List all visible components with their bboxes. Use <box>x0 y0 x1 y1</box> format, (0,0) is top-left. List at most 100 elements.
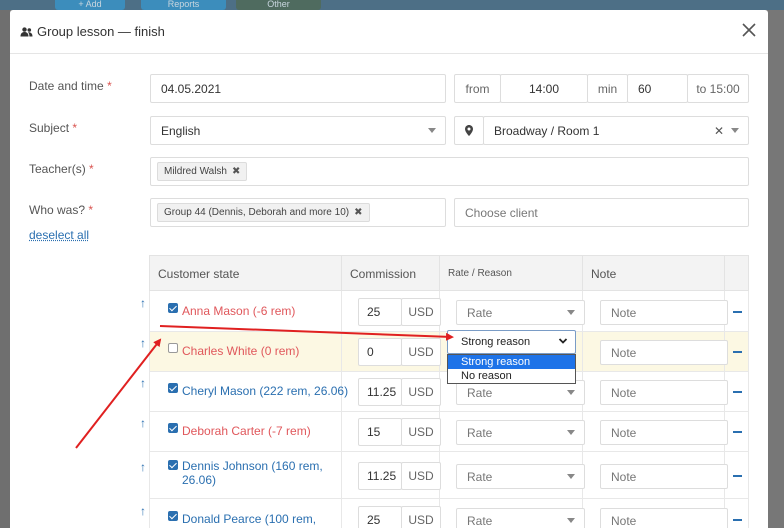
note-placeholder: Note <box>611 513 637 528</box>
rate-placeholder: Rate <box>467 513 493 528</box>
remove-tag-icon[interactable]: ✖ <box>354 207 362 218</box>
choose-client-input[interactable]: Choose client <box>454 198 749 227</box>
customer-name-link[interactable]: Charles White (0 rem) <box>182 344 352 358</box>
currency-addon: USD <box>401 462 441 490</box>
cell-divider <box>582 332 583 372</box>
rate-select[interactable]: Rate <box>456 420 585 445</box>
attendance-checkbox[interactable] <box>168 303 178 313</box>
remove-row-icon[interactable] <box>733 475 742 477</box>
customer-name-link[interactable]: Cheryl Mason (222 rem, 26.06) <box>182 384 352 398</box>
rate-select[interactable]: Rate <box>456 464 585 489</box>
users-icon <box>20 26 33 36</box>
customer-name-link[interactable]: Deborah Carter (-7 rem) <box>182 424 352 438</box>
commission-input[interactable]: 11.25 <box>358 378 402 406</box>
note-input[interactable]: Note <box>600 380 728 405</box>
move-up-icon[interactable]: ↑ <box>140 296 146 310</box>
attendance-checkbox[interactable] <box>168 343 178 353</box>
note-input[interactable]: Note <box>600 508 728 528</box>
col-note: Note <box>583 256 725 292</box>
rate-select[interactable]: Rate <box>456 508 585 528</box>
caret-down-icon <box>567 430 575 435</box>
subject-select[interactable]: English <box>150 116 446 145</box>
move-up-icon[interactable]: ↑ <box>140 376 146 390</box>
cell-divider <box>149 412 150 452</box>
remove-row-icon[interactable] <box>733 311 742 313</box>
rate-placeholder: Rate <box>467 425 493 440</box>
cell-divider <box>748 372 749 412</box>
note-input[interactable]: Note <box>600 464 728 489</box>
option-strong-reason[interactable]: Strong reason <box>448 355 575 369</box>
map-marker-icon <box>465 125 473 136</box>
cell-divider <box>149 499 150 528</box>
attendance-checkbox[interactable] <box>168 511 178 521</box>
group-tag: Group 44 (Dennis, Deborah and more 10) ✖ <box>157 203 370 222</box>
group-lesson-modal: Group lesson — finish Date and time * Su… <box>10 10 768 528</box>
date-input[interactable]: 04.05.2021 <box>150 74 446 103</box>
remove-row-icon[interactable] <box>733 519 742 521</box>
move-up-icon[interactable]: ↑ <box>140 504 146 518</box>
rate-placeholder: Rate <box>467 469 493 484</box>
commission-input[interactable]: 25 <box>358 506 402 528</box>
remove-row-icon[interactable] <box>733 391 742 393</box>
teachers-label: Teacher(s) * <box>29 162 94 176</box>
customer-name-link[interactable]: Donald Pearce (100 rem, 27.06) <box>182 512 352 528</box>
commission-input[interactable]: 11.25 <box>358 462 402 490</box>
commission-input[interactable]: 25 <box>358 298 402 326</box>
currency-addon: USD <box>401 418 441 446</box>
cell-divider <box>149 332 150 372</box>
reason-options-list: Strong reason No reason <box>447 354 576 384</box>
chevron-down-icon <box>558 338 568 344</box>
remove-tag-icon[interactable]: ✖ <box>232 166 240 177</box>
attendance-checkbox[interactable] <box>168 383 178 393</box>
modal-header: Group lesson — finish <box>10 10 768 54</box>
bg-reports-button: Reports <box>141 0 226 10</box>
note-placeholder: Note <box>611 345 637 360</box>
move-up-icon[interactable]: ↑ <box>140 336 146 350</box>
attendance-checkbox[interactable] <box>168 460 178 470</box>
move-up-icon[interactable]: ↑ <box>140 460 146 474</box>
customer-name-link[interactable]: Dennis Johnson (160 rem, 26.06) <box>182 459 352 487</box>
move-up-icon[interactable]: ↑ <box>140 416 146 430</box>
from-addon: from <box>454 74 501 103</box>
table-row: ↑ Anna Mason (-6 rem) 25 USD Rate Note <box>140 291 749 332</box>
location-addon <box>454 116 484 145</box>
remove-row-icon[interactable] <box>733 431 742 433</box>
close-icon[interactable] <box>740 21 758 39</box>
group-multiselect[interactable]: Group 44 (Dennis, Deborah and more 10) ✖ <box>150 198 446 227</box>
clear-room-icon[interactable]: ✕ <box>714 124 724 138</box>
room-value: Broadway / Room 1 <box>494 123 600 138</box>
customer-name-link[interactable]: Anna Mason (-6 rem) <box>182 304 352 318</box>
bg-add-button: + Add <box>55 0 125 10</box>
rate-select[interactable]: Rate <box>456 300 585 325</box>
duration-input[interactable]: 60 <box>627 74 688 103</box>
background-right-panel <box>768 10 784 528</box>
option-no-reason[interactable]: No reason <box>448 369 575 383</box>
who-was-label: Who was? * <box>29 203 94 217</box>
currency-addon: USD <box>401 378 441 406</box>
col-commission: Commission <box>342 256 440 292</box>
deselect-all-link[interactable]: deselect all <box>29 228 89 242</box>
caret-down-icon <box>428 128 436 133</box>
note-input[interactable]: Note <box>600 420 728 445</box>
note-placeholder: Note <box>611 385 637 400</box>
caret-down-icon <box>731 128 739 133</box>
cell-divider <box>149 452 150 499</box>
note-placeholder: Note <box>611 305 637 320</box>
commission-input[interactable]: 15 <box>358 418 402 446</box>
from-time-input[interactable]: 14:00 <box>500 74 588 103</box>
currency-addon: USD <box>401 338 441 366</box>
room-select[interactable]: Broadway / Room 1 ✕ <box>483 116 749 145</box>
remove-row-icon[interactable] <box>733 351 742 353</box>
bg-other-button: Other <box>236 0 321 10</box>
caret-down-icon <box>567 390 575 395</box>
attendance-checkbox[interactable] <box>168 423 178 433</box>
commission-input[interactable]: 0 <box>358 338 402 366</box>
col-customer-state: Customer state <box>150 256 342 292</box>
teachers-multiselect[interactable]: Mildred Walsh ✖ <box>150 157 749 186</box>
rate-placeholder: Rate <box>467 385 493 400</box>
min-addon: min <box>587 74 628 103</box>
table-row: ↑ Deborah Carter (-7 rem) 15 USD Rate Note <box>140 412 749 452</box>
note-input[interactable]: Note <box>600 340 728 365</box>
note-input[interactable]: Note <box>600 300 728 325</box>
reason-select[interactable]: Strong reason <box>447 330 576 354</box>
